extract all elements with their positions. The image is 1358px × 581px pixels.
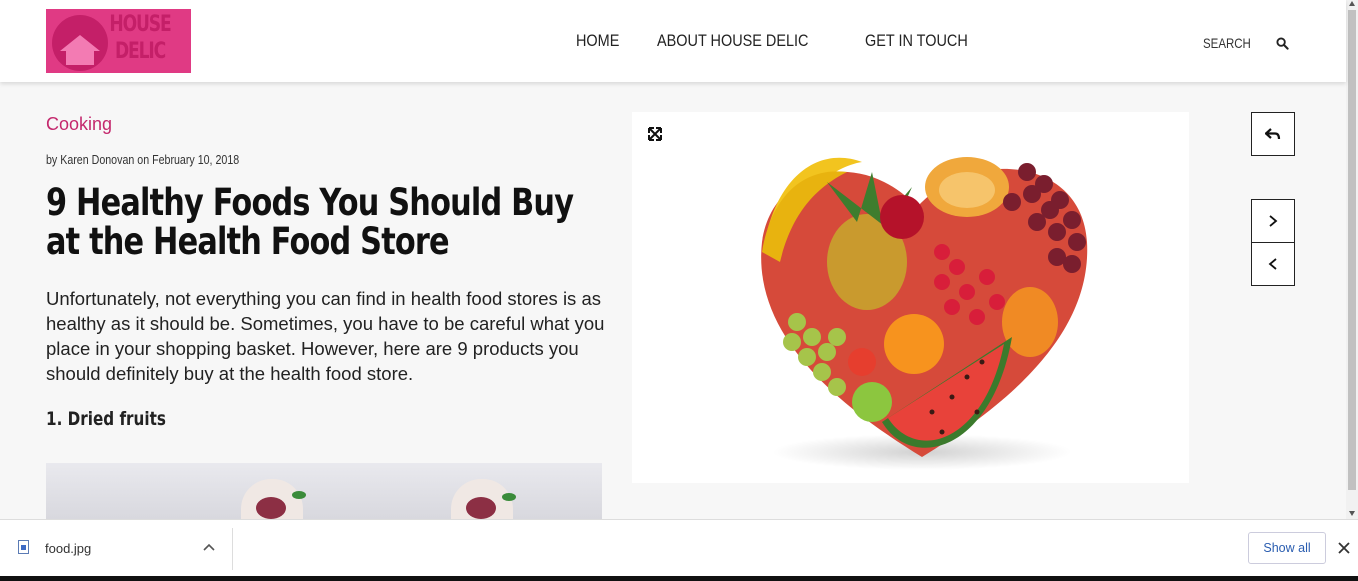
dried-fruits-image	[46, 463, 602, 519]
search-icon[interactable]	[1276, 37, 1289, 50]
search-label[interactable]: SEARCH	[1203, 35, 1251, 51]
scroll-thumb[interactable]	[1348, 10, 1356, 490]
page-scrollbar[interactable]	[1346, 0, 1358, 519]
fruit-heart-illustration	[761, 157, 1088, 470]
back-button[interactable]	[1251, 112, 1295, 156]
chevron-left-icon	[1268, 258, 1277, 270]
nav-contact[interactable]: GET IN TOUCH	[865, 31, 968, 51]
logo-line-1: HOUSE	[109, 12, 171, 37]
article-subhead: 1. Dried fruits	[46, 408, 166, 430]
article-intro: Unfortunately, not everything you can fi…	[46, 288, 605, 384]
site-header: HOUSE DELIC HOME ABOUT HOUSE DELIC GET I…	[0, 0, 1346, 82]
site-logo[interactable]: HOUSE DELIC	[46, 9, 191, 73]
taskbar-edge	[0, 576, 1358, 581]
logo-house-body	[66, 51, 94, 65]
article-title: 9 Healthy Foods You Should Buy at the He…	[46, 181, 574, 263]
download-file-name[interactable]: food.jpg	[45, 541, 91, 556]
download-bar: food.jpg Show all	[0, 519, 1358, 576]
download-divider	[232, 528, 233, 570]
chevron-right-icon	[1269, 215, 1278, 227]
hero-image[interactable]	[632, 112, 1189, 483]
logo-house-roof	[60, 35, 100, 51]
logo-text: HOUSE DELIC	[108, 11, 172, 65]
article-category[interactable]: Cooking	[46, 114, 112, 135]
next-article-button[interactable]	[1251, 199, 1295, 243]
nav-home[interactable]: HOME	[576, 31, 619, 51]
previous-article-button[interactable]	[1251, 242, 1295, 286]
close-icon[interactable]	[1337, 541, 1351, 555]
scroll-down-arrow-icon[interactable]	[1349, 511, 1355, 516]
article-byline: by Karen Donovan on February 10, 2018	[46, 152, 240, 167]
scroll-up-arrow-icon[interactable]	[1349, 1, 1355, 6]
chevron-up-icon[interactable]	[203, 542, 215, 552]
expand-icon[interactable]	[648, 127, 662, 141]
logo-line-2: DELIC	[114, 39, 166, 64]
main-nav: HOME ABOUT HOUSE DELIC GET IN TOUCH	[576, 31, 986, 51]
show-all-button[interactable]: Show all	[1248, 532, 1326, 564]
reply-icon	[1265, 128, 1281, 140]
nav-about[interactable]: ABOUT HOUSE DELIC	[657, 31, 808, 51]
file-icon	[18, 540, 29, 554]
